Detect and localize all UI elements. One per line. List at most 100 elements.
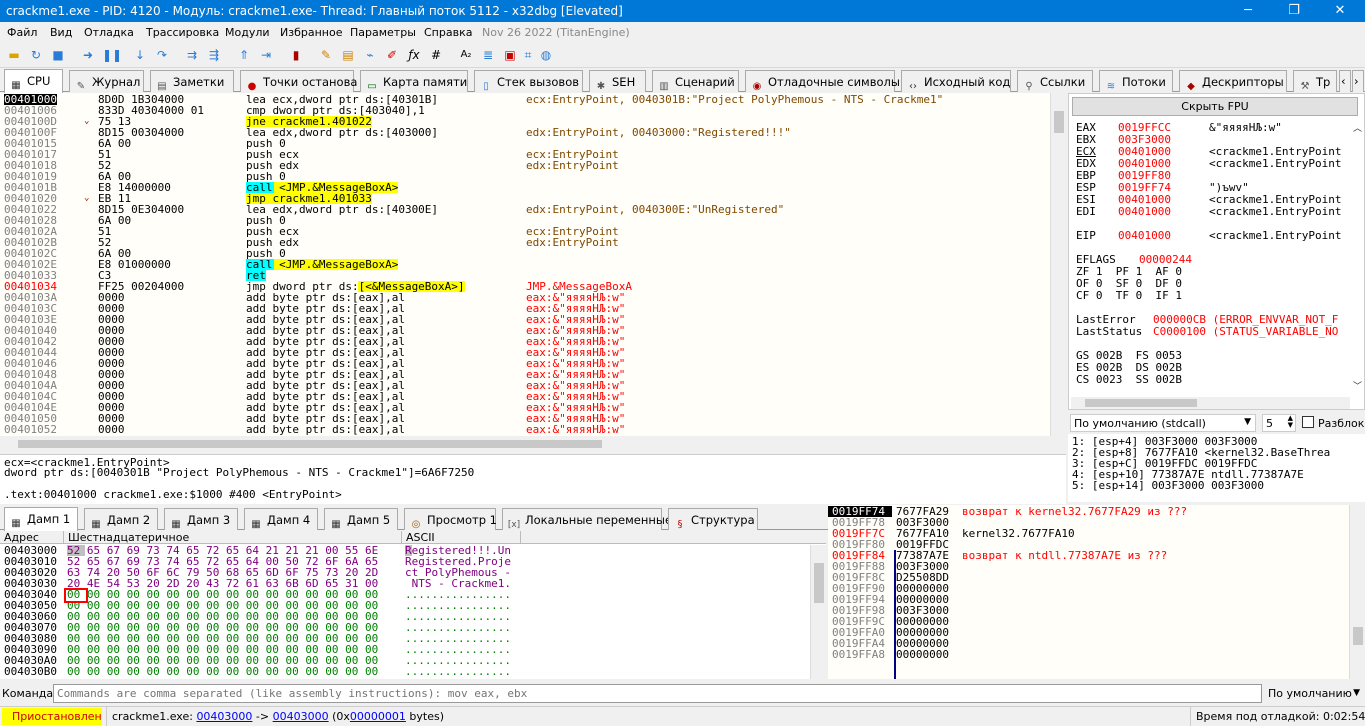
tab-threads[interactable]: ≋ Потоки bbox=[1099, 70, 1173, 92]
menu-favourites[interactable]: Избранное bbox=[280, 26, 342, 39]
menu-modules[interactable]: Модули bbox=[225, 26, 270, 39]
registers-vscroll[interactable]: ︿ ﹀ bbox=[1351, 124, 1364, 394]
register-value[interactable]: 003F3000 bbox=[1118, 134, 1171, 145]
dump-header-hex[interactable]: Шестнадцатеричное bbox=[68, 532, 189, 543]
disasm-row[interactable]: 0040100F 8D15 00304000 lea edx,dword ptr d… bbox=[0, 127, 1050, 138]
disasm-row[interactable]: 0040103C 0000 add byte ptr ds:[eax],al eax:… bbox=[0, 303, 1050, 314]
spinner-arrows-icon[interactable]: ▲ ▼ bbox=[1288, 415, 1293, 429]
trace-into-icon[interactable]: ⇉ bbox=[184, 47, 200, 63]
disasm-row[interactable]: 0040103E 0000 add byte ptr ds:[eax],al eax:… bbox=[0, 314, 1050, 325]
tab-watch-1[interactable]: ◎ Просмотр 1 bbox=[404, 508, 497, 530]
disasm-instruction[interactable]: call <JMP.&MessageBoxA> bbox=[246, 259, 399, 270]
stack-address[interactable]: 0019FFA8 bbox=[828, 649, 892, 660]
dump-header-ascii[interactable]: ASCII bbox=[406, 532, 435, 543]
disasm-instruction[interactable]: add byte ptr ds:[eax],al bbox=[246, 424, 405, 435]
disasm-row[interactable]: 0040104A 0000 add byte ptr ds:[eax],al eax:… bbox=[0, 380, 1050, 391]
tab-dump-1[interactable]: ▦ Дамп 1 bbox=[4, 507, 78, 531]
tab-references[interactable]: ⚲ Ссылки bbox=[1017, 70, 1093, 92]
disasm-vscroll-thumb[interactable] bbox=[1054, 111, 1064, 133]
stack-view[interactable]: 0019FF74 7677FA29 возврат к kernel32.7677F… bbox=[828, 505, 1365, 679]
arg-count-spinner[interactable]: 5 ▲ ▼ bbox=[1262, 414, 1296, 432]
tab-dump-5[interactable]: ▦ Дамп 5 bbox=[324, 508, 398, 530]
tab-dump-3[interactable]: ▦ Дамп 3 bbox=[164, 508, 238, 530]
stop-icon[interactable]: ■ bbox=[50, 47, 66, 63]
disasm-row[interactable]: 00401048 0000 add byte ptr ds:[eax],al eax:… bbox=[0, 369, 1050, 380]
tab-dump-2[interactable]: ▦ Дамп 2 bbox=[84, 508, 158, 530]
tab-symbols[interactable]: ◉ Отладочные символы bbox=[745, 70, 900, 92]
calling-convention-select[interactable]: По умолчанию (stdcall) ▼ bbox=[1070, 414, 1256, 432]
unlock-checkbox[interactable] bbox=[1302, 416, 1314, 428]
step-into-icon[interactable]: ↓ bbox=[132, 47, 148, 63]
hide-fpu-button[interactable]: Скрыть FPU bbox=[1072, 97, 1358, 116]
stack-vscroll[interactable] bbox=[1349, 505, 1365, 679]
scroll-up-icon[interactable]: ︿ bbox=[1351, 124, 1364, 135]
register-value[interactable]: 00401000 bbox=[1118, 194, 1171, 205]
register-value[interactable]: 00401000 bbox=[1118, 146, 1171, 157]
disasm-row[interactable]: 00401034 FF25 00204000 jmp dword ptr ds:[<… bbox=[0, 281, 1050, 292]
tab-source[interactable]: ‹› Исходный код bbox=[901, 70, 1011, 92]
laststatus-value[interactable]: C0000100 (STATUS_VARIABLE_NO bbox=[1153, 326, 1338, 337]
maximize-button[interactable]: ❐ bbox=[1271, 0, 1317, 22]
command-input[interactable] bbox=[53, 684, 1262, 703]
register-value[interactable]: 00401000 bbox=[1118, 206, 1171, 217]
disasm-row[interactable]: 0040104C 0000 add byte ptr ds:[eax],al eax:… bbox=[0, 391, 1050, 402]
disasm-row[interactable]: 0040102B 52 push edx edx:EntryPoint bbox=[0, 237, 1050, 248]
step-over-icon[interactable]: ↷ bbox=[154, 47, 170, 63]
tabs-scroll-left[interactable]: ‹ bbox=[1339, 70, 1351, 92]
labels-icon[interactable]: ▤ bbox=[340, 47, 356, 63]
eflags-value[interactable]: 00000244 bbox=[1139, 254, 1192, 265]
segments-row-3[interactable]: CS 0023 SS 002B bbox=[1076, 374, 1182, 385]
flags-row-2[interactable]: OF 0 SF 0 DF 0 bbox=[1076, 278, 1182, 289]
tab-cpu[interactable]: ▦ CPU bbox=[4, 69, 63, 93]
tab-script[interactable]: ▥ Сценарий bbox=[652, 70, 739, 92]
disasm-row[interactable]: 0040102E E8 01000000 call <JMP.&MessageBox… bbox=[0, 259, 1050, 270]
menu-view[interactable]: Вид bbox=[50, 26, 72, 39]
tab-trace[interactable]: ⚒ Тр bbox=[1293, 70, 1337, 92]
register-value[interactable]: 0019FFCC bbox=[1118, 122, 1171, 133]
selection-start-link[interactable]: 00403000 bbox=[196, 710, 252, 723]
tab-breakpoints[interactable]: ● Точки останова bbox=[240, 70, 357, 92]
disasm-hscroll-thumb[interactable] bbox=[18, 440, 602, 448]
tab-dump-4[interactable]: ▦ Дамп 4 bbox=[244, 508, 318, 530]
tab-handles[interactable]: ◆ Дескрипторы bbox=[1179, 70, 1287, 92]
disasm-row[interactable]: 00401044 0000 add byte ptr ds:[eax],al eax:… bbox=[0, 347, 1050, 358]
segments-row-2[interactable]: ES 002B DS 002B bbox=[1076, 362, 1182, 373]
strings-icon[interactable]: A₂ bbox=[458, 47, 474, 63]
dump-hex-bytes[interactable]: 00 00 00 00 00 00 00 00 00 00 00 00 00 0… bbox=[67, 666, 378, 677]
hash-icon[interactable]: # bbox=[428, 47, 444, 63]
settings-icon[interactable]: ⌗ bbox=[520, 47, 536, 63]
pause-icon[interactable]: ❚❚ bbox=[102, 47, 122, 63]
segments-row-1[interactable]: GS 002B FS 0053 bbox=[1076, 350, 1182, 361]
execute-till-return-icon[interactable]: ⇑ bbox=[236, 47, 252, 63]
disasm-row[interactable]: 00401052 0000 add byte ptr ds:[eax],al eax:… bbox=[0, 424, 1050, 435]
disasm-hscroll[interactable] bbox=[0, 436, 1050, 452]
disasm-row[interactable]: 00401042 0000 add byte ptr ds:[eax],al eax:… bbox=[0, 336, 1050, 347]
lasterror-value[interactable]: 000000CB (ERROR_ENVVAR_NOT_F bbox=[1153, 314, 1338, 325]
dump-address[interactable]: 004030B0 bbox=[4, 666, 57, 677]
disasm-row[interactable]: 00401006 833D 40304000 01 cmp dword ptr ds… bbox=[0, 105, 1050, 116]
dump-ascii[interactable]: ................ bbox=[405, 666, 511, 677]
selection-size-link[interactable]: 00000001 bbox=[350, 710, 406, 723]
flags-row-1[interactable]: ZF 1 PF 1 AF 0 bbox=[1076, 266, 1182, 277]
registers-hscroll-thumb[interactable] bbox=[1085, 399, 1197, 407]
functions-icon[interactable]: ƒx bbox=[406, 47, 422, 63]
disasm-row[interactable]: 00401018 52 push edx edx:EntryPoint bbox=[0, 160, 1050, 171]
argument-row[interactable]: 5: [esp+14] 003F3000 003F3000 bbox=[1072, 480, 1264, 491]
dump-header-address[interactable]: Адрес bbox=[4, 532, 39, 543]
run-icon[interactable]: ➜ bbox=[80, 47, 96, 63]
comments-icon[interactable]: ✎ bbox=[318, 47, 334, 63]
scroll-down-icon[interactable]: ﹀ bbox=[1351, 382, 1364, 393]
patch-icon[interactable]: ▮ bbox=[288, 47, 304, 63]
tab-notes[interactable]: ▤ Заметки bbox=[150, 70, 234, 92]
run-to-user-code-icon[interactable]: ⇥ bbox=[258, 47, 274, 63]
restart-icon[interactable]: ↻ bbox=[28, 47, 44, 63]
tab-memory-map[interactable]: ▭ Карта памяти bbox=[360, 70, 468, 92]
command-mode-select[interactable]: По умолчанию ▼ bbox=[1264, 684, 1364, 703]
breakpoints-icon[interactable]: ✐ bbox=[384, 47, 400, 63]
register-value[interactable]: 0019FF74 bbox=[1118, 182, 1171, 193]
tabs-scroll-right[interactable]: › bbox=[1352, 70, 1364, 92]
disasm-row[interactable]: 00401028 6A 00 push 0 bbox=[0, 215, 1050, 226]
register-value[interactable]: 00401000 bbox=[1118, 230, 1171, 241]
stack-value[interactable]: 00000000 bbox=[896, 649, 949, 660]
disasm-row[interactable]: 00401046 0000 add byte ptr ds:[eax],al eax:… bbox=[0, 358, 1050, 369]
